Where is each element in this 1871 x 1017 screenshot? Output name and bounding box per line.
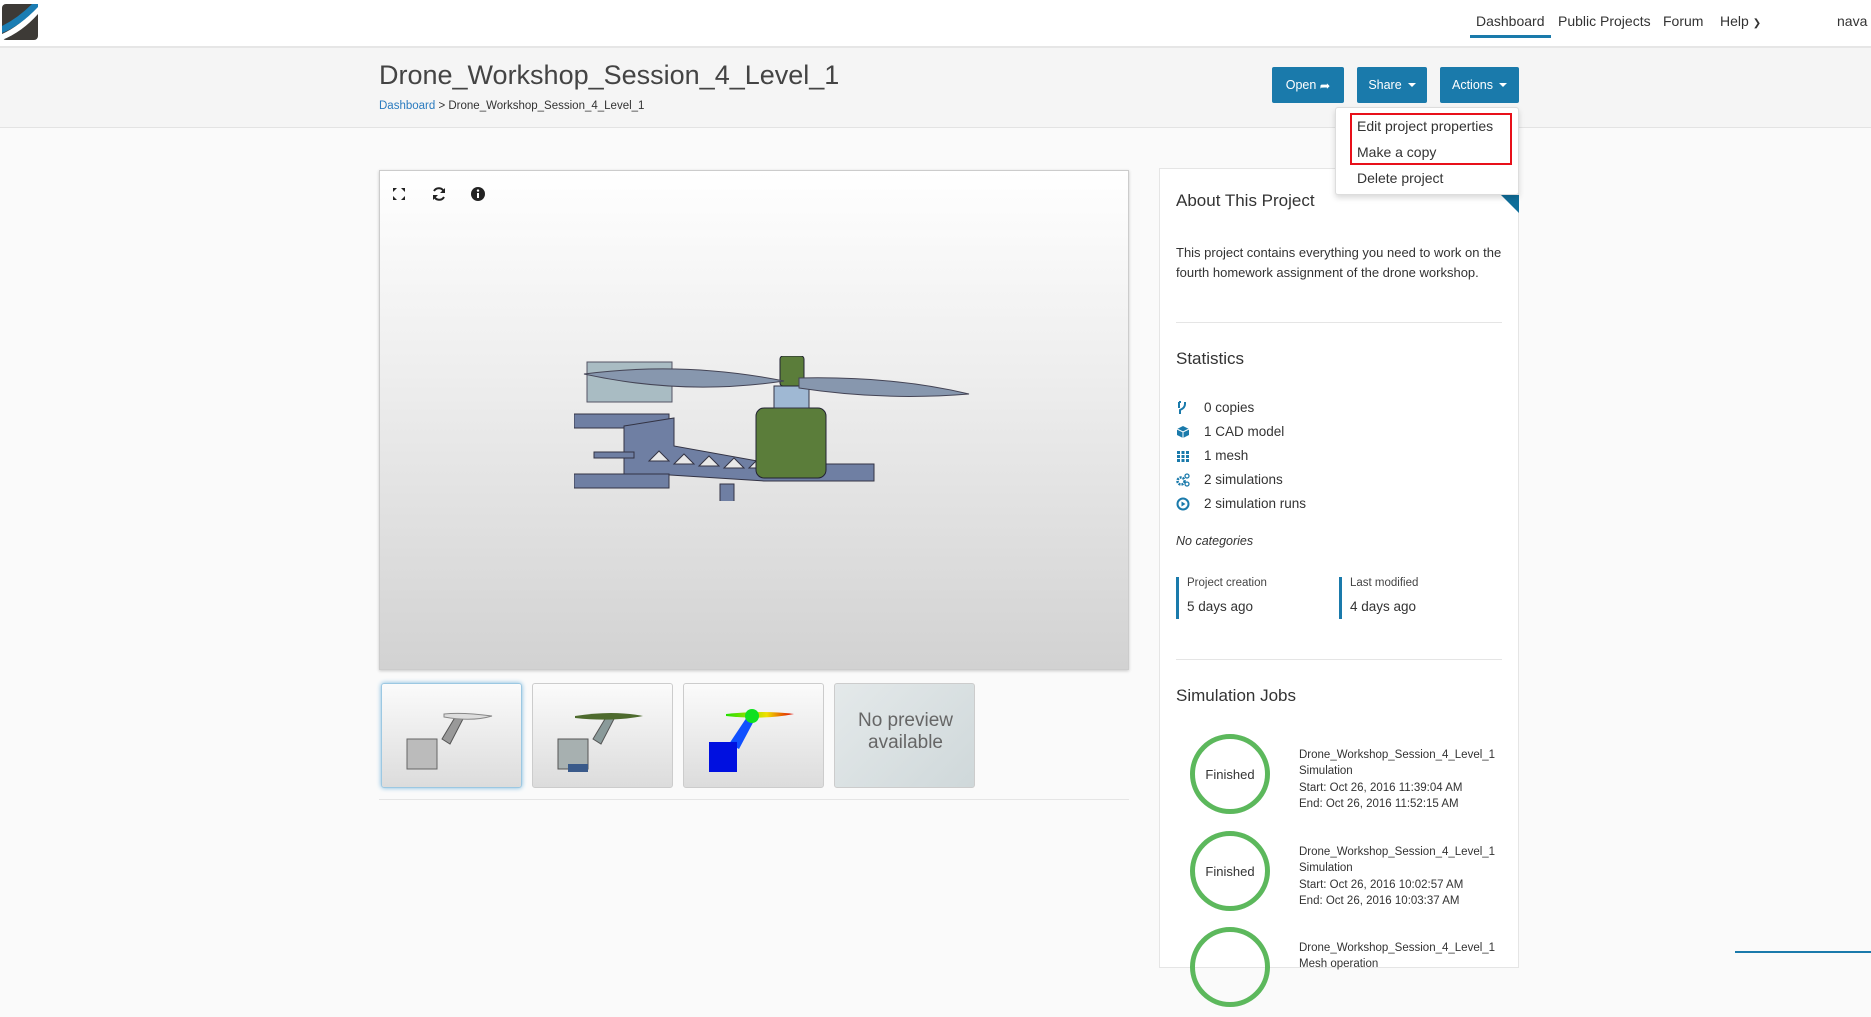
open-button[interactable]: Open ➦ xyxy=(1272,67,1344,103)
breadcrumb-dashboard-link[interactable]: Dashboard xyxy=(379,100,435,112)
no-preview-text: No preview available xyxy=(857,710,954,753)
stat-label: 1 CAD model xyxy=(1204,424,1285,439)
share-button[interactable]: Share xyxy=(1357,67,1427,103)
stat-simulations: 2 simulations xyxy=(1176,472,1283,487)
simulation-jobs-heading: Simulation Jobs xyxy=(1176,686,1297,705)
open-label: Open xyxy=(1285,78,1317,92)
chevron-down-icon: ❯ xyxy=(1752,18,1762,29)
menu-delete-project[interactable]: Delete project xyxy=(1357,170,1443,186)
job-details: Drone_Workshop_Session_4_Level_1 Mesh ope… xyxy=(1299,940,1495,972)
job-type: Mesh operation xyxy=(1299,958,1379,970)
modified-label: Last modified xyxy=(1350,577,1419,589)
created-value: 5 days ago xyxy=(1187,599,1254,614)
nav-forum[interactable]: Forum xyxy=(1663,13,1703,35)
job-end: End: Oct 26, 2016 11:52:15 AM xyxy=(1299,798,1459,810)
menu-make-a-copy[interactable]: Make a copy xyxy=(1357,144,1436,160)
job-details: Drone_Workshop_Session_4_Level_1 Simulati… xyxy=(1299,747,1495,812)
gears-icon xyxy=(1176,472,1190,487)
job-name: Drone_Workshop_Session_4_Level_1 xyxy=(1299,846,1496,858)
actions-dropdown: Edit project properties Make a copy Dele… xyxy=(1335,107,1519,195)
nav-help[interactable]: Help ❯ xyxy=(1720,13,1761,35)
stat-copies: 0 copies xyxy=(1176,400,1254,415)
job-item[interactable]: Finished Drone_Workshop_Session_4_Level_… xyxy=(1160,831,1520,921)
job-end: End: Oct 26, 2016 10:03:37 AM xyxy=(1299,895,1460,907)
statistics-heading: Statistics xyxy=(1176,349,1245,368)
nav-public-projects[interactable]: Public Projects xyxy=(1558,13,1651,35)
created-label: Project creation xyxy=(1187,577,1267,589)
job-name: Drone_Workshop_Session_4_Level_1 xyxy=(1299,749,1496,761)
3d-viewer[interactable] xyxy=(379,170,1129,670)
actions-label: Actions xyxy=(1452,78,1493,92)
share-label: Share xyxy=(1368,78,1402,92)
job-item[interactable]: Finished Drone_Workshop_Session_4_Level_… xyxy=(1160,734,1520,824)
modified-value: 4 days ago xyxy=(1350,599,1417,614)
corner-ribbon xyxy=(1501,195,1519,213)
thumbnail-result[interactable] xyxy=(683,683,824,788)
breadcrumb-separator: > xyxy=(435,100,449,112)
result-preview-image xyxy=(709,709,794,772)
project-description: This project contains everything you nee… xyxy=(1176,245,1502,280)
fullscreen-icon[interactable] xyxy=(391,186,407,202)
job-start: Start: Oct 26, 2016 10:02:57 AM xyxy=(1299,879,1464,891)
job-type: Simulation xyxy=(1299,862,1353,874)
job-status-ring xyxy=(1190,927,1270,1007)
thumbnail-no-preview[interactable]: No preview available xyxy=(834,683,975,788)
job-status-ring: Finished xyxy=(1190,831,1270,911)
project-header: Drone_Workshop_Session_4_Level_1 Dashboa… xyxy=(0,48,1871,128)
divider xyxy=(1176,659,1502,660)
actions-button[interactable]: Actions xyxy=(1440,67,1519,103)
stat-label: 1 mesh xyxy=(1204,448,1249,463)
categories: No categories xyxy=(1176,534,1254,548)
job-status-ring: Finished xyxy=(1190,734,1270,814)
thumbnail-cad-model[interactable] xyxy=(381,683,522,788)
logo[interactable] xyxy=(2,4,38,40)
menu-edit-project-properties[interactable]: Edit project properties xyxy=(1357,118,1493,134)
last-modified: Last modified 4 days ago xyxy=(1339,577,1418,619)
share-arrow-icon: ➦ xyxy=(1319,78,1331,93)
mesh-preview-image xyxy=(557,713,643,772)
stat-label: 2 simulations xyxy=(1204,472,1283,487)
job-type: Simulation xyxy=(1299,765,1353,777)
thumbnail-mesh[interactable] xyxy=(532,683,673,788)
divider xyxy=(1176,322,1502,323)
user-menu[interactable]: nava xyxy=(1837,13,1867,35)
grid-icon xyxy=(1177,450,1189,462)
caret-down-icon xyxy=(1407,83,1416,87)
project-creation: Project creation 5 days ago xyxy=(1176,577,1267,619)
play-circle-icon xyxy=(1176,497,1190,510)
cad-preview-image xyxy=(406,712,493,770)
job-start: Start: Oct 26, 2016 11:39:04 AM xyxy=(1299,782,1463,794)
info-icon[interactable] xyxy=(470,186,486,202)
page-title: Drone_Workshop_Session_4_Level_1 xyxy=(379,60,840,90)
nav-help-label: Help xyxy=(1720,13,1749,29)
job-details: Drone_Workshop_Session_4_Level_1 Simulati… xyxy=(1299,844,1495,909)
top-navbar: Dashboard Public Projects Forum Help ❯ n… xyxy=(0,0,1871,48)
breadcrumb-current: Drone_Workshop_Session_4_Level_1 xyxy=(448,100,645,112)
drone-arm-model xyxy=(574,356,970,501)
caret-down-icon xyxy=(1499,83,1507,87)
stat-label: 2 simulation runs xyxy=(1204,496,1307,511)
refresh-icon[interactable] xyxy=(431,186,447,202)
fork-icon xyxy=(1178,400,1186,414)
stat-label: 0 copies xyxy=(1204,400,1255,415)
project-info-panel: About This Project This project contains… xyxy=(1159,168,1520,1007)
cube-icon xyxy=(1176,425,1190,438)
stat-meshes: 1 mesh xyxy=(1176,448,1248,463)
about-heading: About This Project xyxy=(1176,191,1315,210)
nav-dashboard[interactable]: Dashboard xyxy=(1470,13,1551,38)
stat-simulation-runs: 2 simulation runs xyxy=(1176,496,1306,511)
divider xyxy=(379,799,1129,800)
breadcrumb: Dashboard > Drone_Workshop_Session_4_Lev… xyxy=(379,100,644,112)
stat-cad-models: 1 CAD model xyxy=(1176,424,1284,439)
job-name: Drone_Workshop_Session_4_Level_1 xyxy=(1299,942,1496,954)
job-item[interactable]: Drone_Workshop_Session_4_Level_1 Mesh ope… xyxy=(1160,927,1520,1017)
